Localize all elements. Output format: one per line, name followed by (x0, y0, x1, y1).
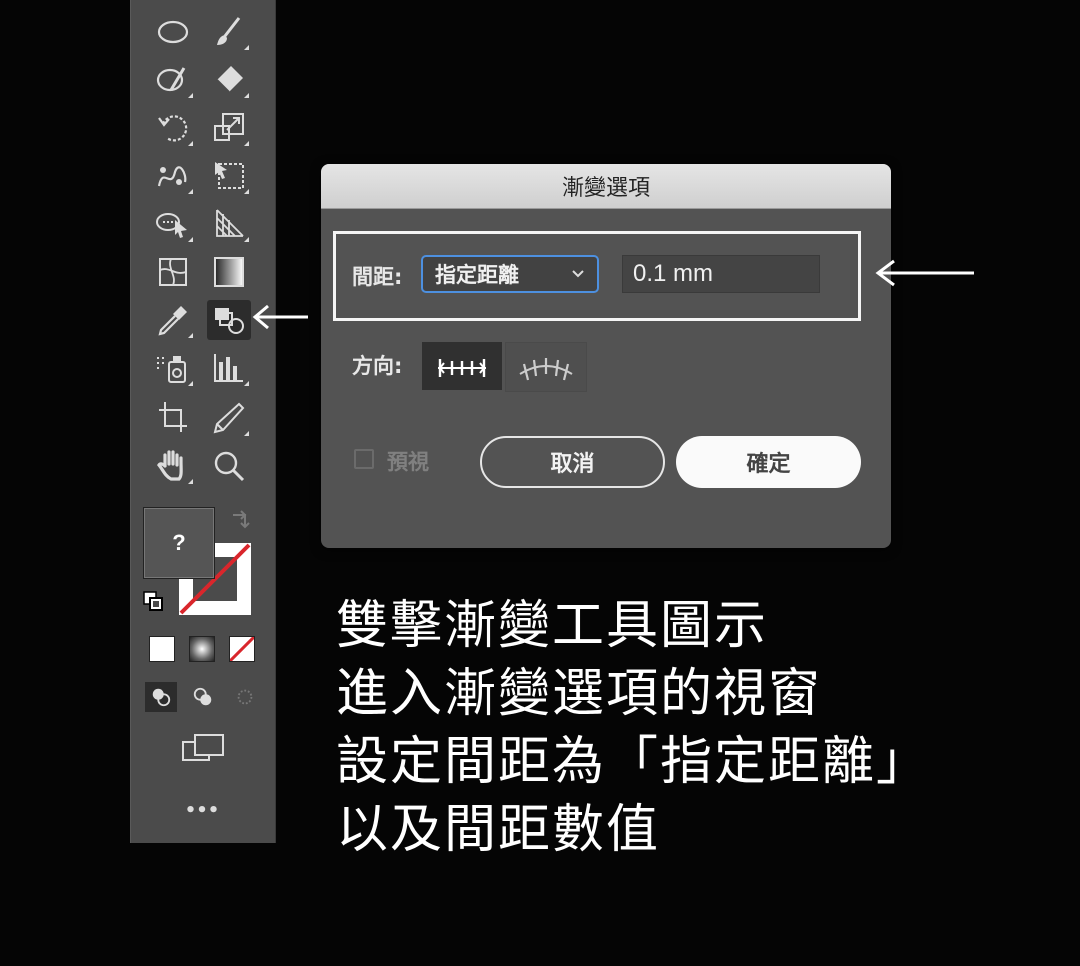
free-transform-tool[interactable] (207, 156, 251, 196)
scale-tool[interactable] (207, 108, 251, 148)
eyedropper-icon (158, 306, 187, 336)
rotate-icon (158, 115, 188, 142)
gradient-mode-button[interactable] (189, 636, 215, 662)
spacing-option-text: 指定距離 (435, 263, 519, 287)
free-transform-icon (215, 162, 244, 189)
cancel-button[interactable]: 取消 (480, 436, 665, 488)
gradient-tool[interactable] (207, 252, 251, 292)
edit-toolbar-button[interactable]: ••• (177, 800, 227, 824)
preview-label: 預視 (387, 450, 429, 474)
slice-tool[interactable] (207, 398, 251, 438)
shape-builder-icon (156, 213, 187, 238)
scale-icon (214, 113, 244, 141)
symbol-sprayer-icon (157, 356, 186, 383)
screen-mode-icon (182, 734, 224, 761)
paintbrush-icon (217, 17, 241, 45)
spacing-label: 間距: (352, 265, 403, 289)
screen-mode-button[interactable] (181, 732, 225, 766)
symbol-sprayer-tool[interactable] (151, 348, 195, 388)
fill-swatch[interactable]: ? (143, 507, 215, 579)
shaper-tool[interactable] (151, 60, 195, 100)
paintbrush-tool[interactable] (207, 12, 251, 52)
gradient-icon (214, 257, 244, 287)
caption-line: 雙擊漸變工具圖示 (336, 596, 769, 656)
align-to-page-button[interactable] (422, 342, 502, 390)
mesh-tool[interactable] (151, 252, 195, 292)
shape-builder-tool[interactable] (151, 204, 195, 244)
zoom-icon (214, 451, 245, 482)
spacing-dropdown[interactable]: 指定距離 (421, 255, 599, 293)
none-mode-button[interactable] (229, 636, 255, 662)
chevron-down-icon (571, 265, 585, 284)
puppet-warp-icon (157, 166, 187, 187)
perspective-grid-tool[interactable] (207, 204, 251, 244)
orientation-label: 方向: (352, 354, 403, 378)
mesh-icon (159, 258, 187, 286)
eraser-tool[interactable] (207, 60, 251, 100)
pointer-arrow-icon (875, 259, 974, 287)
align-to-path-icon (519, 358, 573, 381)
draw-inside-button[interactable] (229, 682, 261, 712)
caption-line: 進入漸變選項的視窗 (336, 664, 823, 724)
artboard-tool[interactable] (151, 398, 195, 438)
column-graph-icon (214, 354, 243, 382)
align-to-path-button[interactable] (505, 342, 587, 392)
draw-behind-icon (193, 687, 212, 706)
artboard-icon (159, 402, 187, 432)
caption-line: 設定間距為「指定距離」 (336, 732, 931, 792)
hand-tool[interactable] (151, 446, 195, 486)
swap-fill-stroke-icon[interactable] (229, 507, 253, 531)
rotate-tool[interactable] (151, 108, 195, 148)
eraser-icon (216, 66, 243, 93)
blend-options-dialog: 漸變選項 間距: 指定距離 0.1 mm 方向: 預視 取消 確定 (321, 164, 891, 548)
column-graph-tool[interactable] (207, 348, 251, 388)
spacing-value-input[interactable]: 0.1 mm (622, 255, 820, 293)
blend-icon (215, 308, 244, 334)
align-to-page-icon (438, 359, 486, 377)
draw-normal-button[interactable] (145, 682, 177, 712)
draw-inside-icon (237, 689, 253, 705)
tools-panel: ? ••• (130, 0, 276, 843)
blend-tool[interactable] (207, 300, 251, 340)
draw-behind-button[interactable] (187, 682, 219, 712)
default-colors-icon[interactable] (142, 590, 164, 612)
perspective-grid-icon (216, 209, 244, 237)
zoom-tool[interactable] (207, 446, 251, 486)
dialog-title: 漸變選項 (321, 164, 891, 209)
shaper-icon (156, 67, 186, 92)
color-mode-button[interactable] (149, 636, 175, 662)
pointer-arrow-icon (252, 304, 308, 330)
ok-button[interactable]: 確定 (676, 436, 861, 488)
draw-normal-icon (152, 688, 171, 707)
eyedropper-tool[interactable] (151, 300, 195, 340)
caption-line: 以及間距數值 (336, 800, 661, 860)
caption: 雙擊漸變工具圖示 進入漸變選項的視窗 設定間距為「指定距離」 以及間距數值 (336, 592, 1036, 864)
hand-icon (157, 450, 183, 481)
ellipse-icon (157, 20, 189, 44)
slice-icon (213, 402, 245, 434)
ellipse-tool[interactable] (151, 12, 195, 52)
preview-checkbox[interactable] (354, 449, 374, 469)
puppet-warp-tool[interactable] (151, 156, 195, 196)
